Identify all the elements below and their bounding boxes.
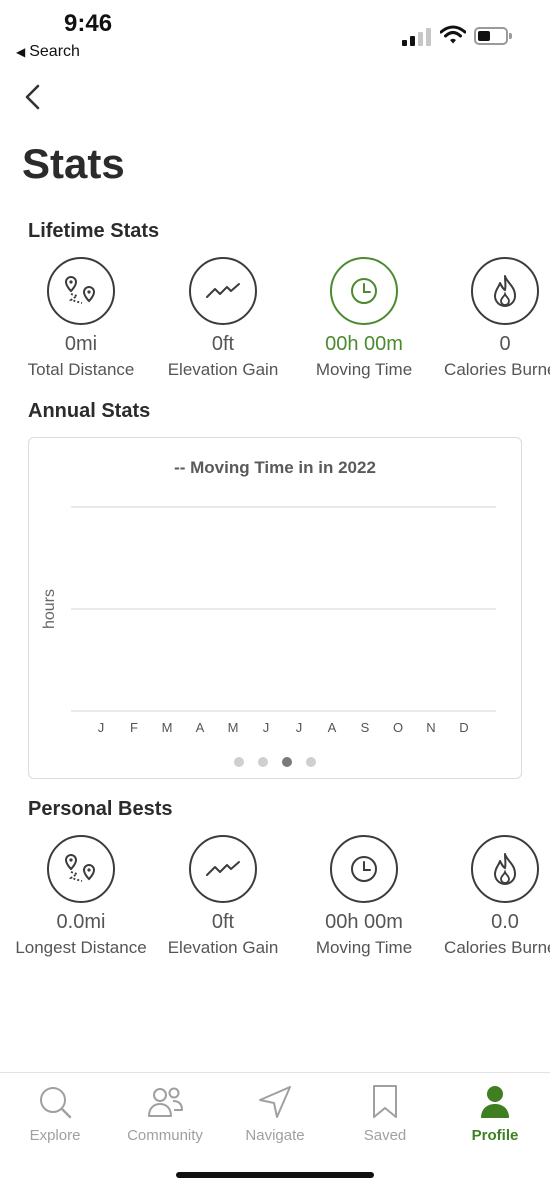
best-elevation-gain-value: 0ft — [211, 911, 235, 933]
route-icon — [47, 257, 115, 325]
best-calories-burned[interactable]: 0.0 Calories Burned — [430, 835, 550, 958]
elevation-icon — [189, 257, 257, 325]
annual-stats-heading: Annual Stats — [28, 400, 151, 422]
best-elevation-gain-label: Elevation Gain — [167, 938, 279, 957]
profile-icon — [440, 1083, 550, 1121]
page-dot[interactable] — [234, 757, 244, 767]
flame-icon — [471, 835, 539, 903]
annual-stats-chart[interactable]: -- Moving Time in in 2022 hours J F M A M J J A S… — [28, 437, 522, 779]
moving-time-value: 00h 00m — [325, 333, 403, 355]
best-moving-time[interactable]: 00h 00m Moving Time — [289, 835, 439, 958]
x-tick-label: F — [130, 720, 138, 735]
page-dot[interactable] — [306, 757, 316, 767]
longest-distance-label: Longest Distance — [15, 938, 147, 957]
tab-explore[interactable]: Explore — [0, 1083, 110, 1144]
calories-burned-value: 0 — [499, 333, 511, 355]
tab-saved[interactable]: Saved — [330, 1083, 440, 1144]
tab-community[interactable]: Community — [110, 1083, 220, 1144]
community-icon — [110, 1083, 220, 1121]
personal-bests-row: 0.0mi Longest Distance 0ft Elevation Gai… — [0, 835, 550, 965]
elevation-icon — [189, 835, 257, 903]
longest-distance-value: 0.0mi — [56, 911, 106, 933]
search-icon — [0, 1083, 110, 1121]
tab-navigate[interactable]: Navigate — [220, 1083, 330, 1144]
x-tick-label: J — [296, 720, 303, 735]
back-chevron-icon[interactable] — [22, 84, 46, 110]
home-indicator — [176, 1172, 374, 1178]
tab-explore-label: Explore — [29, 1127, 81, 1144]
moving-time-label: Moving Time — [315, 360, 413, 379]
y-axis-label: hours — [41, 589, 58, 629]
wifi-icon — [440, 25, 466, 44]
x-tick-label: M — [228, 720, 239, 735]
x-tick-label: J — [263, 720, 270, 735]
total-distance-label: Total Distance — [27, 360, 135, 379]
tab-profile[interactable]: Profile — [440, 1083, 550, 1144]
tab-navigate-label: Navigate — [245, 1127, 305, 1144]
page-dot[interactable] — [282, 757, 292, 767]
chart-page-dots[interactable] — [29, 754, 521, 772]
x-tick-label: A — [196, 720, 205, 735]
clock-icon — [330, 257, 398, 325]
elevation-gain-value: 0ft — [211, 333, 235, 355]
chart-plot: hours J F M A M J J A S O N D — [41, 506, 496, 735]
lifetime-stats-heading: Lifetime Stats — [28, 220, 160, 242]
total-distance-value: 0mi — [64, 333, 98, 355]
tab-community-label: Community — [127, 1127, 203, 1144]
best-moving-time-value: 00h 00m — [325, 911, 403, 933]
best-calories-label: Calories Burned — [444, 938, 550, 957]
route-icon — [47, 835, 115, 903]
x-tick-label: S — [361, 720, 370, 735]
tab-saved-label: Saved — [363, 1127, 407, 1144]
best-longest-distance[interactable]: 0.0mi Longest Distance — [6, 835, 156, 958]
status-time: 9:46 — [64, 10, 113, 37]
bookmark-icon — [330, 1083, 440, 1121]
personal-bests-heading: Personal Bests — [28, 798, 173, 820]
cellular-signal-icon — [402, 28, 432, 46]
lifetime-stats-row: 0mi Total Distance 0ft Elevation Gain 00… — [0, 257, 550, 387]
tab-profile-label: Profile — [471, 1127, 519, 1144]
best-elevation-gain[interactable]: 0ft Elevation Gain — [148, 835, 298, 958]
best-moving-time-label: Moving Time — [315, 938, 413, 957]
x-tick-label: A — [328, 720, 337, 735]
calories-burned-label: Calories Burned — [444, 360, 550, 379]
battery-icon — [474, 27, 512, 45]
page-title: Stats — [22, 140, 125, 187]
lifetime-total-distance[interactable]: 0mi Total Distance — [6, 257, 156, 380]
lifetime-calories-burned[interactable]: 0 Calories Burned — [430, 257, 550, 380]
lifetime-elevation-gain[interactable]: 0ft Elevation Gain — [148, 257, 298, 380]
x-tick-label: J — [98, 720, 105, 735]
lifetime-moving-time[interactable]: 00h 00m Moving Time — [289, 257, 439, 380]
page-dot[interactable] — [258, 757, 268, 767]
back-to-search-link[interactable]: ◀ Search — [16, 43, 80, 61]
back-triangle-icon: ◀ — [16, 45, 26, 59]
clock-icon — [330, 835, 398, 903]
best-calories-value: 0.0 — [491, 911, 519, 933]
navigate-icon — [220, 1083, 330, 1121]
x-tick-label: O — [393, 720, 403, 735]
x-tick-label: M — [162, 720, 173, 735]
x-tick-label: D — [459, 720, 468, 735]
back-to-search-label: Search — [29, 43, 80, 60]
flame-icon — [471, 257, 539, 325]
x-tick-label: N — [426, 720, 435, 735]
elevation-gain-label: Elevation Gain — [167, 360, 279, 379]
